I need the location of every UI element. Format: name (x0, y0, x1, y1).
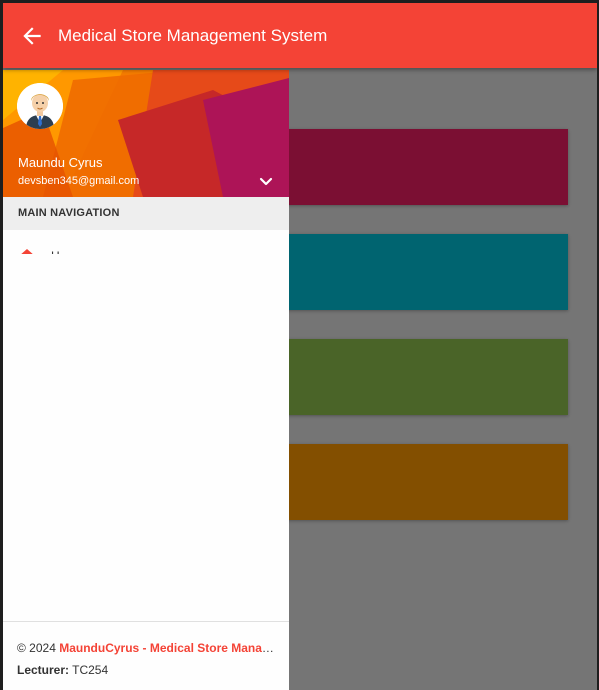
sidebar-item-home[interactable]: H (3, 240, 289, 254)
copyright-link[interactable]: MaunduCyrus - Medical Store Management S… (59, 641, 279, 655)
avatar[interactable] (17, 83, 63, 129)
lecturer-label: Lecturer: (17, 663, 70, 677)
page-title: Medical Store Management System (58, 26, 328, 45)
user-email: devsben345@gmail.com (18, 175, 140, 187)
sidebar-item-label: H (51, 249, 60, 254)
app-bar: Medical Store Management System (3, 3, 597, 68)
nav-header-label: MAIN NAVIGATION (18, 207, 120, 219)
lecturer-line: Lecturer: TC254 (17, 662, 108, 678)
screen-frame: Medical Store Management System Maundu C… (0, 0, 599, 690)
arrow-left-icon (23, 27, 41, 45)
chevron-down-icon (259, 177, 273, 186)
sidebar: Maundu Cyrus devsben345@gmail.com MAIN N… (3, 70, 289, 690)
copyright-text: © 2024 MaunduCyrus - Medical Store Manag… (17, 640, 279, 656)
app-window: Medical Store Management System Maundu C… (3, 3, 597, 690)
user-menu-button[interactable] (256, 174, 276, 190)
copyright-prefix: © 2024 (17, 641, 60, 655)
back-button[interactable] (19, 23, 45, 49)
user-info-panel: Maundu Cyrus devsben345@gmail.com (3, 70, 289, 197)
lecturer-value: TC254 (69, 663, 109, 677)
user-name: Maundu Cyrus (18, 155, 103, 170)
home-icon (21, 249, 33, 254)
sidebar-footer: © 2024 MaunduCyrus - Medical Store Manag… (3, 621, 289, 690)
nav-section-header: MAIN NAVIGATION (3, 197, 289, 230)
user-avatar-icon (17, 83, 63, 129)
